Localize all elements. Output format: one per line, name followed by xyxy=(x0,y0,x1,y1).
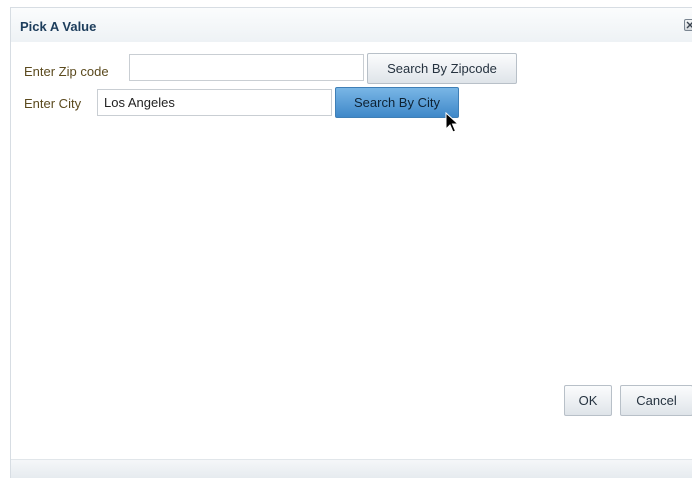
dialog-title: Pick A Value xyxy=(20,19,97,34)
search-by-city-button[interactable]: Search By City xyxy=(335,87,459,118)
mouse-pointer-icon xyxy=(445,112,459,133)
ok-button[interactable]: OK xyxy=(564,385,612,416)
city-label: Enter City xyxy=(24,96,82,111)
city-field[interactable] xyxy=(97,89,332,116)
cancel-button[interactable]: Cancel xyxy=(620,385,692,416)
pick-value-dialog: Pick A Value Enter Zip code Search By Zi… xyxy=(10,7,692,478)
search-by-zipcode-button[interactable]: Search By Zipcode xyxy=(367,53,517,84)
dialog-footer xyxy=(11,459,692,478)
zip-code-label: Enter Zip code xyxy=(24,64,109,79)
dialog-titlebar: Pick A Value xyxy=(11,8,692,42)
close-icon[interactable] xyxy=(684,19,692,31)
zip-code-field[interactable] xyxy=(129,54,364,81)
